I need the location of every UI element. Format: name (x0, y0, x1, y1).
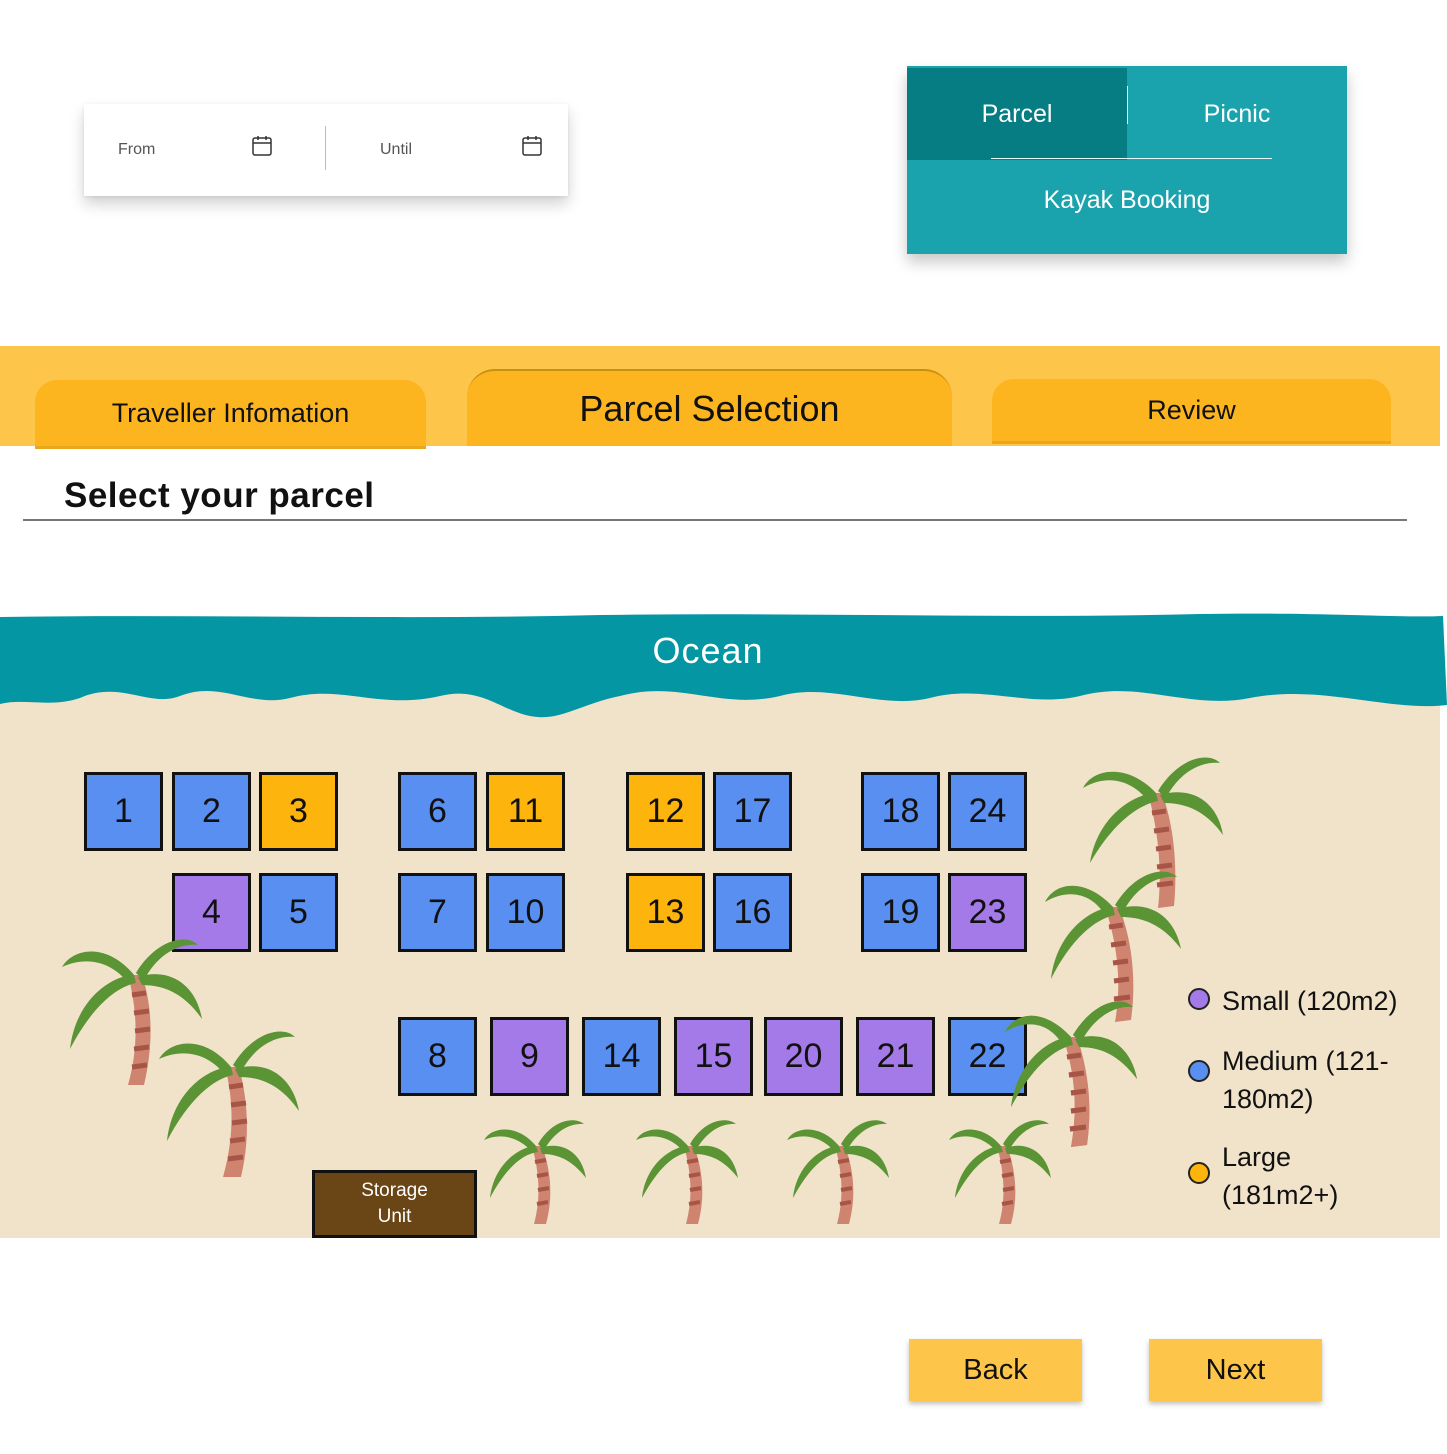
tab-picnic[interactable]: Picnic (1127, 68, 1347, 160)
parcel-12[interactable]: 12 (626, 772, 705, 851)
tab-divider-line (991, 158, 1272, 159)
parcel-3[interactable]: 3 (259, 772, 338, 851)
step-parcel-selection[interactable]: Parcel Selection (467, 369, 952, 446)
from-label: From (118, 141, 156, 158)
until-label: Until (380, 141, 413, 158)
tab-kayak-booking[interactable]: Kayak Booking (907, 162, 1347, 238)
calendar-icon[interactable] (522, 135, 542, 157)
parcel-14[interactable]: 14 (582, 1017, 661, 1096)
parcel-10[interactable]: 10 (486, 873, 565, 952)
tab-separator (1127, 86, 1128, 124)
legend-dot-medium (1188, 1060, 1210, 1082)
step-traveller-information[interactable]: Traveller Infomation (35, 380, 426, 446)
parcel-2[interactable]: 2 (172, 772, 251, 851)
from-date-field[interactable]: From (118, 104, 318, 196)
legend-large: Large (181m2+) (1188, 1138, 1352, 1214)
section-title: Select your parcel (64, 476, 375, 515)
parcel-11[interactable]: 11 (486, 772, 565, 851)
ocean-label: Ocean (652, 630, 764, 671)
legend-dot-large (1188, 1162, 1210, 1184)
storage-label-line1: Storage (361, 1180, 428, 1201)
parcel-17[interactable]: 17 (713, 772, 792, 851)
parcel-24[interactable]: 24 (948, 772, 1027, 851)
legend-small: Small (120m2) (1188, 982, 1422, 1020)
section-divider (23, 519, 1407, 521)
parcel-20[interactable]: 20 (764, 1017, 843, 1096)
date-divider (325, 126, 326, 170)
parcel-13[interactable]: 13 (626, 873, 705, 952)
parcel-21[interactable]: 21 (856, 1017, 935, 1096)
calendar-icon[interactable] (252, 135, 272, 157)
parcel-23[interactable]: 23 (948, 873, 1027, 952)
parcel-18[interactable]: 18 (861, 772, 940, 851)
parcel-5[interactable]: 5 (259, 873, 338, 952)
legend-label-medium: Medium (121-180m2) (1222, 1046, 1389, 1114)
legend-label-large: Large (181m2+) (1222, 1142, 1339, 1210)
legend-dot-small (1188, 988, 1210, 1010)
date-range-picker: From Until (84, 104, 568, 196)
storage-label-line2: Unit (377, 1206, 412, 1227)
parcel-9[interactable]: 9 (490, 1017, 569, 1096)
palm-tree-icon (159, 1031, 299, 1177)
parcel-8[interactable]: 8 (398, 1017, 477, 1096)
booking-type-panel: Parcel Picnic Kayak Booking (907, 66, 1347, 254)
palm-tree-icon (136, 939, 198, 1005)
next-button[interactable]: Next (1149, 1339, 1322, 1401)
parcel-15[interactable]: 15 (674, 1017, 753, 1096)
parcel-1[interactable]: 1 (84, 772, 163, 851)
legend-medium: Medium (121-180m2) (1188, 1042, 1392, 1118)
back-button[interactable]: Back (909, 1339, 1082, 1401)
tab-parcel[interactable]: Parcel (907, 68, 1127, 160)
palm-tree-icon (1005, 1001, 1137, 1147)
palm-tree-icon (636, 1120, 738, 1224)
palm-tree-icon (484, 1120, 586, 1224)
parcel-7[interactable]: 7 (398, 873, 477, 952)
palm-tree-icon (787, 1120, 889, 1224)
step-review[interactable]: Review (992, 379, 1391, 441)
parcel-6[interactable]: 6 (398, 772, 477, 851)
storage-unit: Storage Unit (312, 1170, 477, 1238)
legend-label-small: Small (120m2) (1222, 986, 1398, 1016)
parcel-19[interactable]: 19 (861, 873, 940, 952)
parcel-16[interactable]: 16 (713, 873, 792, 952)
